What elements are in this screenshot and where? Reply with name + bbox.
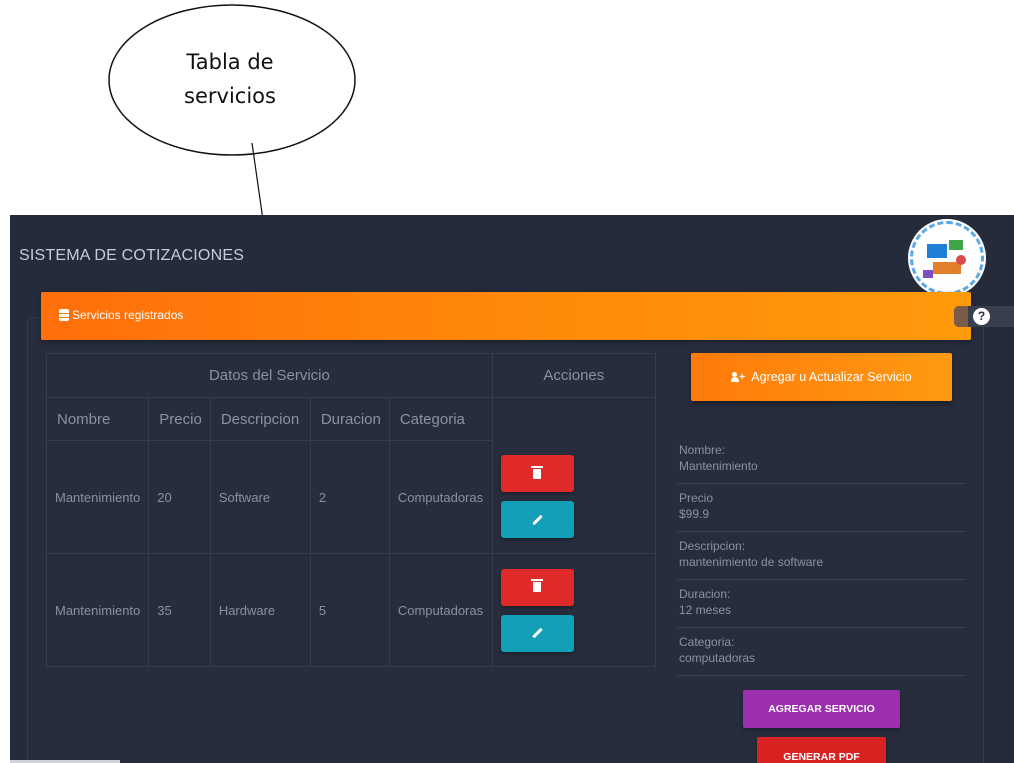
detail-precio: Precio $99.9 <box>677 484 965 532</box>
help-icon[interactable]: ? <box>973 308 990 325</box>
table-row: Mantenimiento 35 Hardware 5 Computadoras <box>45 553 656 667</box>
generate-pdf-button[interactable]: GENERAR PDF <box>757 737 886 763</box>
app-title: SISTEMA DE COTIZACIONES <box>19 247 245 264</box>
cell-categoria: Computadoras <box>388 553 493 667</box>
services-banner: Servicios registrados <box>41 292 971 340</box>
banner-title: Servicios registrados <box>72 308 184 322</box>
col-header-descripcion: Descripcion <box>209 397 311 441</box>
detail-categoria: Categoria: computadoras <box>677 628 965 676</box>
detail-descripcion: Descripcion: mantenimiento de software <box>677 532 965 580</box>
cell-descripcion: Software <box>209 440 311 554</box>
pencil-icon <box>532 514 543 526</box>
detail-label: Precio <box>679 491 714 505</box>
trash-icon <box>531 465 544 479</box>
detail-value: computadoras <box>679 651 756 665</box>
trash-icon <box>531 579 544 592</box>
database-icon <box>59 309 69 321</box>
delete-button[interactable] <box>500 455 574 493</box>
col-header-duracion: Duracion <box>309 397 390 441</box>
col-header-categoria: Categoria <box>388 397 493 441</box>
add-update-service-button[interactable]: + Agregar u Actualizar Servicio <box>691 353 952 401</box>
callout-line-1: Tabla de <box>186 50 274 74</box>
user-plus-icon: + <box>731 372 745 383</box>
add-update-label: Agregar u Actualizar Servicio <box>751 370 912 384</box>
cell-descripcion: Hardware <box>209 553 311 667</box>
table-row: Mantenimiento 20 Software 2 Computadoras <box>45 440 656 554</box>
detail-duracion: Duracion: 12 meses <box>677 580 965 628</box>
logo-artwork <box>923 240 966 278</box>
edit-button[interactable] <box>500 501 574 539</box>
table-column-header-row: Nombre Precio Descripcion Duracion Categ… <box>45 397 656 441</box>
detail-label: Descripcion: <box>679 539 746 553</box>
delete-button[interactable] <box>500 568 574 606</box>
pencil-icon <box>532 627 543 639</box>
cell-categoria: Computadoras <box>388 440 493 554</box>
company-logo-icon <box>910 221 984 295</box>
edit-button[interactable] <box>500 614 574 652</box>
callout-label: Tabla de servicios <box>150 45 310 113</box>
col-header-nombre: Nombre <box>45 397 150 441</box>
cell-precio: 20 <box>148 440 211 554</box>
group-header-datos: Datos del Servicio <box>46 353 493 398</box>
cell-actions <box>491 553 656 667</box>
service-details: Nombre: Mantenimiento Precio $99.9 Descr… <box>677 436 965 676</box>
add-service-button[interactable]: AGREGAR SERVICIO <box>743 690 900 728</box>
cell-actions <box>491 440 656 554</box>
group-header-acciones: Acciones <box>491 353 656 398</box>
detail-value: $99.9 <box>679 507 710 521</box>
detail-label: Categoria: <box>679 635 735 649</box>
callout-line-2: servicios <box>184 84 276 108</box>
cell-precio: 35 <box>148 553 211 667</box>
detail-value: 12 meses <box>679 603 732 617</box>
table-group-header-row: Datos del Servicio Acciones <box>46 353 656 398</box>
cell-nombre: Mantenimiento <box>45 440 150 554</box>
cell-duracion: 5 <box>309 553 390 667</box>
detail-nombre: Nombre: Mantenimiento <box>677 436 965 484</box>
detail-value: mantenimiento de software <box>679 555 824 569</box>
app-window: SISTEMA DE COTIZACIONES Servicios regist… <box>10 215 1014 763</box>
services-table: Datos del Servicio Acciones Nombre Preci… <box>45 353 656 667</box>
cell-duracion: 2 <box>309 440 390 554</box>
col-header-precio: Precio <box>148 397 211 441</box>
col-header-blank <box>491 397 656 441</box>
detail-value: Mantenimiento <box>679 459 758 473</box>
cell-nombre: Mantenimiento <box>45 553 150 667</box>
detail-label: Duracion: <box>679 587 731 601</box>
detail-label: Nombre: <box>679 443 726 457</box>
